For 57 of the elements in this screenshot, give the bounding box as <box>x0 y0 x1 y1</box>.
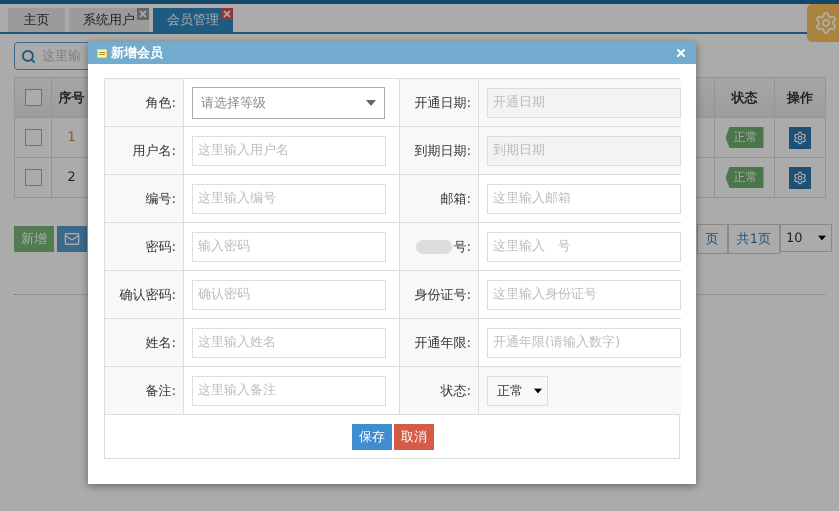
cancel-button[interactable]: 取消 <box>394 424 434 450</box>
field-label: 密码: <box>146 238 176 256</box>
status-tag: 正常 <box>726 167 764 188</box>
input-field[interactable]: 这里输入编号 <box>192 184 386 214</box>
input-field[interactable]: 这里输入身份证号 <box>487 280 681 310</box>
settings-icon[interactable] <box>807 4 839 42</box>
caret-icon <box>366 100 376 106</box>
page-size-select[interactable]: 10 <box>780 224 832 252</box>
input-field[interactable]: 输入密码 <box>192 232 386 262</box>
close-icon[interactable] <box>137 8 149 20</box>
page-count: 共1页 <box>728 224 780 254</box>
checkbox[interactable] <box>24 89 42 106</box>
checkbox[interactable] <box>24 169 42 186</box>
tab[interactable]: 会员管理 <box>153 8 233 32</box>
checkbox[interactable] <box>24 129 42 146</box>
close-icon[interactable] <box>221 8 233 20</box>
role-select[interactable]: 请选择等级 <box>192 86 385 118</box>
status-select[interactable]: 正常 <box>487 376 548 406</box>
input-field[interactable]: 这里输入用户名 <box>192 136 386 166</box>
field-label: 用户名: <box>132 142 176 160</box>
date-field[interactable]: 开通日期 <box>487 88 681 118</box>
tab[interactable]: 系统用户 <box>69 8 149 32</box>
field-label: 开通日期: <box>414 94 471 112</box>
field-label: 姓名: <box>146 334 176 352</box>
field-label: 号: <box>454 238 471 256</box>
input-field[interactable]: 这里输入邮箱 <box>487 184 681 214</box>
caret-icon <box>534 388 542 394</box>
search-icon <box>21 48 36 64</box>
field-label: 到期日期: <box>414 142 471 160</box>
settings-button[interactable] <box>789 166 811 188</box>
add-button[interactable]: 新增 <box>14 226 54 252</box>
field-label: 开通年限: <box>414 334 471 352</box>
input-field[interactable]: 这里输入姓名 <box>192 328 386 358</box>
field-label: 邮箱: <box>440 190 471 208</box>
save-button[interactable]: 保存 <box>352 424 392 450</box>
settings-button[interactable] <box>789 126 811 148</box>
field-label: 身份证号: <box>414 286 471 304</box>
field-label: 状态: <box>440 382 471 400</box>
status-tag: 正常 <box>726 127 764 148</box>
input-field[interactable]: 开通年限(请输入数字) <box>487 328 681 358</box>
gear-icon <box>793 130 807 144</box>
date-field[interactable]: 到期日期 <box>487 136 681 166</box>
tab[interactable]: 主页 <box>8 8 65 32</box>
field-label: 备注: <box>146 382 176 400</box>
close-icon[interactable] <box>675 47 687 59</box>
input-field[interactable]: 这里输入备注 <box>192 376 386 406</box>
field-label: 角色: <box>146 94 176 112</box>
mail-button[interactable] <box>57 226 87 252</box>
input-field[interactable]: 确认密码 <box>192 280 386 310</box>
field-label: 编号: <box>146 190 176 208</box>
input-field[interactable]: 这里输入 号 <box>487 232 681 262</box>
field-label: 确认密码: <box>120 286 176 304</box>
mail-icon <box>64 231 80 247</box>
caret-icon <box>818 235 826 241</box>
window-icon <box>97 48 107 58</box>
page-link[interactable]: 页 <box>696 224 728 254</box>
gear-icon <box>793 170 807 184</box>
